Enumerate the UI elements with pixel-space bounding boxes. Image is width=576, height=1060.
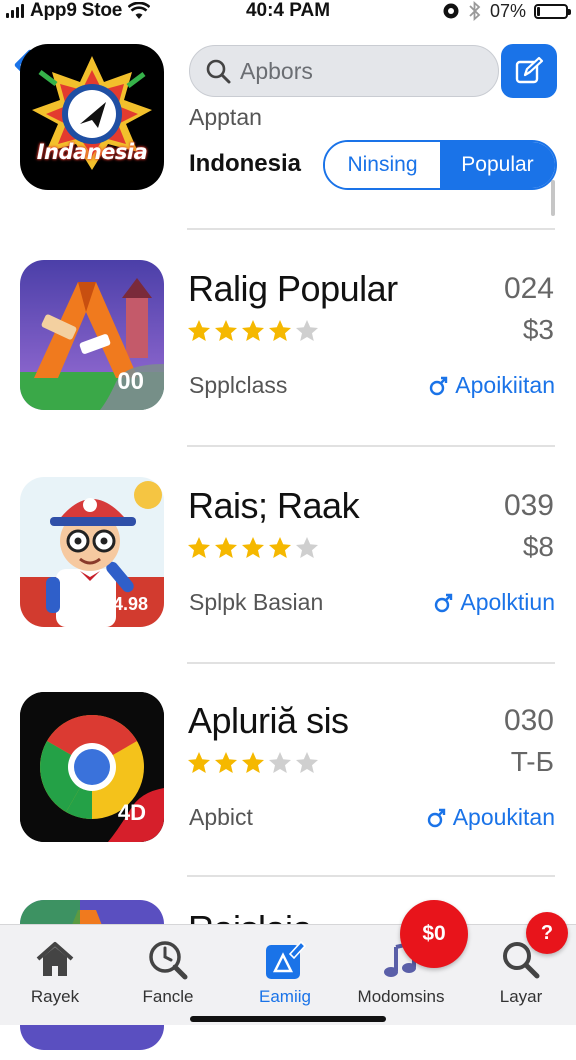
tab-rayek[interactable]: Rayek [0,925,110,1025]
star-filled-icon [242,752,264,773]
star-filled-icon [215,537,237,558]
male-symbol-icon [435,593,453,612]
star-filled-icon [188,537,210,558]
star-rating [186,535,320,561]
battery-percent: 07% [489,0,526,21]
region-logo: Indanesia [20,44,164,190]
list-item[interactable]: 4.98 Rais; Raak 039 $8 Splpk Basian Apol… [0,477,576,637]
male-symbol-icon [430,376,448,395]
star-rating [186,750,320,776]
get-app-label: Apolktiun [460,589,555,615]
region-title: Indonesia [189,150,302,177]
divider [187,662,555,664]
tab-fancle[interactable]: Fancle [113,925,223,1025]
search-bar[interactable] [189,45,499,97]
clock-search-icon [149,941,188,980]
app-number: 030 [503,704,554,737]
app-category: Apbict [189,804,253,830]
app-category: Splpk Basian [189,589,324,615]
star-filled-icon [242,320,264,341]
cart-badge[interactable]: $0 [400,900,468,968]
app-number: 024 [503,272,554,305]
logo-text: Indanesia [36,140,148,164]
icon-badge: 4D [117,800,146,825]
indonesia-logo-icon [32,56,152,170]
chrome-icon: 4D [20,692,164,842]
star-empty-icon [296,537,318,558]
star-filled-icon [269,537,291,558]
tab-bar: Rayek Fancle Eamiig Modomsins Layar [0,924,576,1025]
get-app-label: Apoikiitan [455,372,555,398]
help-badge[interactable]: ? [526,912,568,954]
star-filled-icon [242,537,264,558]
app-title: Rais; Raak [188,485,360,526]
bluetooth-icon [469,1,481,21]
triangle-game-icon: 00 [20,260,164,410]
app-price: $8 [522,531,554,562]
star-filled-icon [215,752,237,773]
app-title: Apluriă sis [188,700,349,741]
star-empty-icon [296,320,318,341]
star-empty-icon [296,752,318,773]
segment-ninsing[interactable]: Ninsing [325,142,440,188]
segment-popular[interactable]: Popular [440,142,555,188]
compose-button[interactable] [501,44,557,98]
star-filled-icon [215,320,237,341]
star-filled-icon [269,320,291,341]
battery-fill [537,6,540,16]
status-right: 07% [442,0,571,22]
tab-label: Eamiig [259,987,311,1006]
divider [187,875,555,877]
tab-label: Modomsins [357,987,445,1006]
home-icon [36,942,74,976]
star-empty-icon [269,752,291,773]
app-number: 039 [503,489,554,522]
search-icon [206,59,231,84]
tab-eamiig[interactable]: Eamiig [230,925,340,1025]
edit-icon [515,56,544,84]
segmented-control: Ninsing Popular [323,140,557,190]
section-subtitle: Apptan [189,104,262,130]
divider [187,445,555,447]
male-symbol-icon [427,808,445,827]
get-app-link[interactable]: Apoikiitan [429,372,555,399]
location-icon [443,3,459,19]
app-category: Spplclass [189,372,288,398]
edit-triangle-icon [266,940,306,979]
star-filled-icon [188,320,210,341]
home-indicator[interactable] [190,1016,386,1022]
get-app-link[interactable]: Apoukitan [427,804,555,831]
get-app-link[interactable]: Apolktiun [434,589,555,616]
list-item[interactable]: 4D Apluriă sis 030 T-Б Apbict Apoukitan [0,692,576,852]
tab-label: Fancle [142,987,194,1006]
tab-label: Rayek [30,987,80,1006]
scroll-indicator[interactable] [551,180,555,216]
list-item[interactable]: 00 Ralig Popular 024 $3 Spplclass Apoiki… [0,260,576,420]
tab-label: Layar [499,987,543,1006]
cartoon-boy-icon: 4.98 [20,477,164,627]
battery-icon [534,3,571,19]
app-title: Ralig Popular [188,268,398,309]
divider [187,228,555,230]
star-filled-icon [188,752,210,773]
get-app-label: Apoukitan [452,804,555,830]
search-input[interactable] [238,56,482,86]
status-bar: App9 Stoe 40:4 PAM 07% [0,0,576,26]
icon-badge: 4.98 [112,594,148,614]
app-price: T-Б [510,746,554,777]
icon-badge: 00 [117,368,144,395]
star-rating [186,318,320,344]
app-price: $3 [522,314,554,345]
